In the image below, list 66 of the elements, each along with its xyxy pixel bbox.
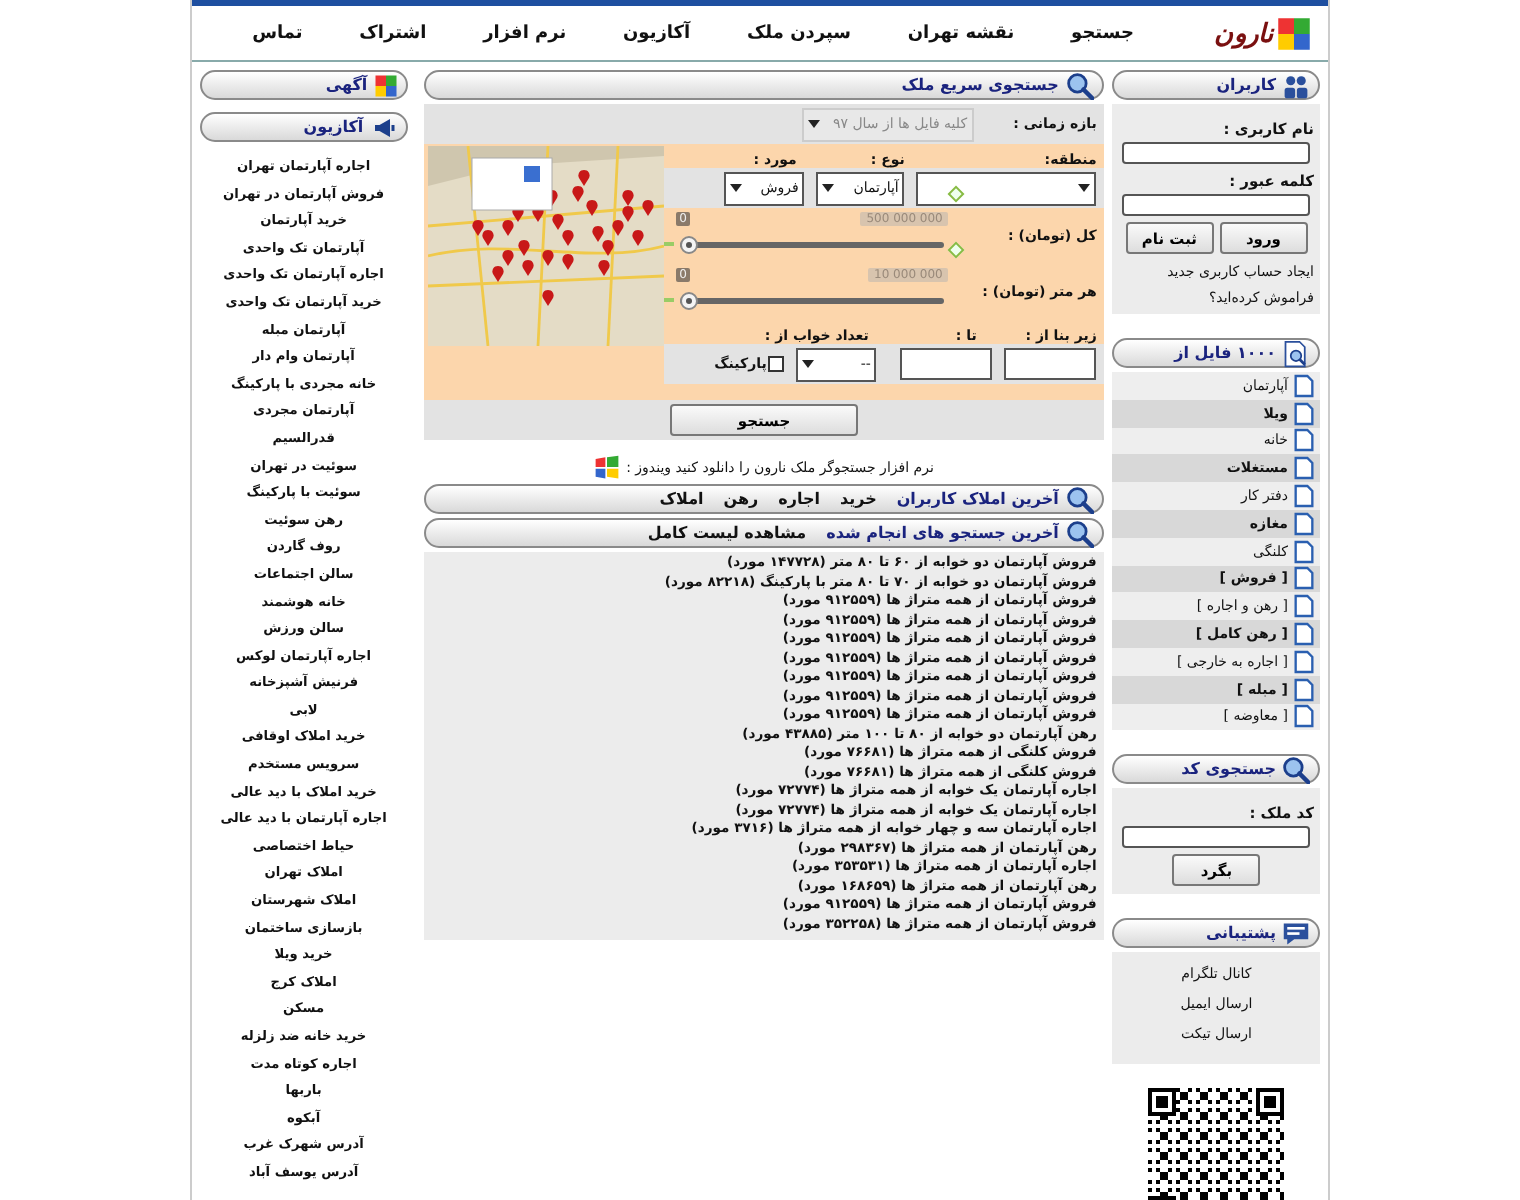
- nav-link[interactable]: اشتراک: [359, 23, 427, 43]
- nav-link[interactable]: سپردن ملک: [746, 23, 851, 43]
- panel-title: آگهی: [325, 76, 368, 94]
- document-icon: [1294, 704, 1314, 729]
- search-icon: [1066, 485, 1095, 513]
- document-icon: [1294, 566, 1314, 591]
- panel-title: آخرین املاک کاربران: [896, 490, 1059, 508]
- panel-title: کاربران: [1216, 76, 1276, 94]
- minus-icon: [663, 242, 674, 246]
- plus-icon: [948, 241, 966, 259]
- document-icon: [1294, 373, 1314, 398]
- document-icon: [1294, 677, 1314, 702]
- nav-link[interactable]: نرم افزار: [483, 23, 567, 43]
- puzzle-icon: [373, 73, 398, 97]
- slider-thumb[interactable]: [679, 292, 698, 310]
- site-logo[interactable]: نارون: [1214, 15, 1312, 51]
- windows-icon: [594, 454, 621, 480]
- listing-filter-link[interactable]: اجاره: [778, 490, 820, 508]
- panel-title: پشتیبانی: [1205, 924, 1276, 943]
- panel-title: جستجوی سریع ملک: [901, 76, 1059, 94]
- nav-link[interactable]: نقشه تهران: [907, 23, 1015, 43]
- caret-icon: [822, 184, 835, 192]
- caret-icon: [1078, 184, 1091, 192]
- caret-icon: [730, 184, 743, 192]
- document-icon: [1294, 456, 1314, 481]
- caret-icon: [802, 360, 815, 368]
- panel-title: آخرین جستجو های انجام شده: [826, 524, 1059, 542]
- document-icon: [1294, 484, 1314, 509]
- document-icon: [1294, 428, 1314, 453]
- area-to-field[interactable]: [900, 348, 993, 380]
- document-icon: [1294, 539, 1314, 564]
- listing-filter-link[interactable]: خرید: [839, 490, 877, 508]
- username-field[interactable]: [1122, 142, 1311, 164]
- slider-track[interactable]: [679, 292, 945, 310]
- nav-link[interactable]: جستجو: [1071, 23, 1134, 43]
- region-dropdown[interactable]: [916, 171, 1097, 205]
- search-icon: [1282, 755, 1310, 784]
- nav-link[interactable]: آکازیون: [623, 23, 691, 43]
- document-icon: [1294, 594, 1314, 619]
- chat-icon: [1282, 919, 1310, 948]
- full-list-link[interactable]: مشاهده لیست کامل: [647, 524, 807, 542]
- parking-checkbox[interactable]: [768, 356, 785, 372]
- caret-icon: [808, 120, 821, 128]
- megaphone-icon: [369, 115, 398, 139]
- slider-track[interactable]: [679, 236, 945, 254]
- slider-thumb[interactable]: [679, 236, 698, 254]
- minus-icon: [663, 298, 674, 302]
- search-icon: [1066, 519, 1095, 547]
- listing-filter-link[interactable]: رهن: [723, 490, 759, 508]
- area-from-field[interactable]: [1004, 348, 1097, 380]
- qr-code-drawing: [1148, 1088, 1285, 1200]
- panel-title: جستجوی کد: [1181, 760, 1276, 779]
- password-field[interactable]: [1122, 194, 1311, 216]
- document-icon: [1294, 511, 1314, 536]
- search-icon: [1066, 71, 1095, 99]
- document-icon: [1294, 401, 1314, 426]
- nav-link[interactable]: تماس: [252, 23, 303, 43]
- document-search-icon: [1282, 339, 1310, 367]
- panel-title: آکازیون: [303, 118, 364, 136]
- document-icon: [1294, 649, 1314, 674]
- property-code-field[interactable]: [1122, 826, 1311, 849]
- map-drawing[interactable]: [427, 146, 664, 346]
- users-icon: [1282, 71, 1310, 99]
- document-icon: [1294, 622, 1314, 647]
- panel-title: ۱۰۰۰ فایل از: [1174, 344, 1276, 362]
- listing-filter-link[interactable]: املاک: [659, 490, 704, 508]
